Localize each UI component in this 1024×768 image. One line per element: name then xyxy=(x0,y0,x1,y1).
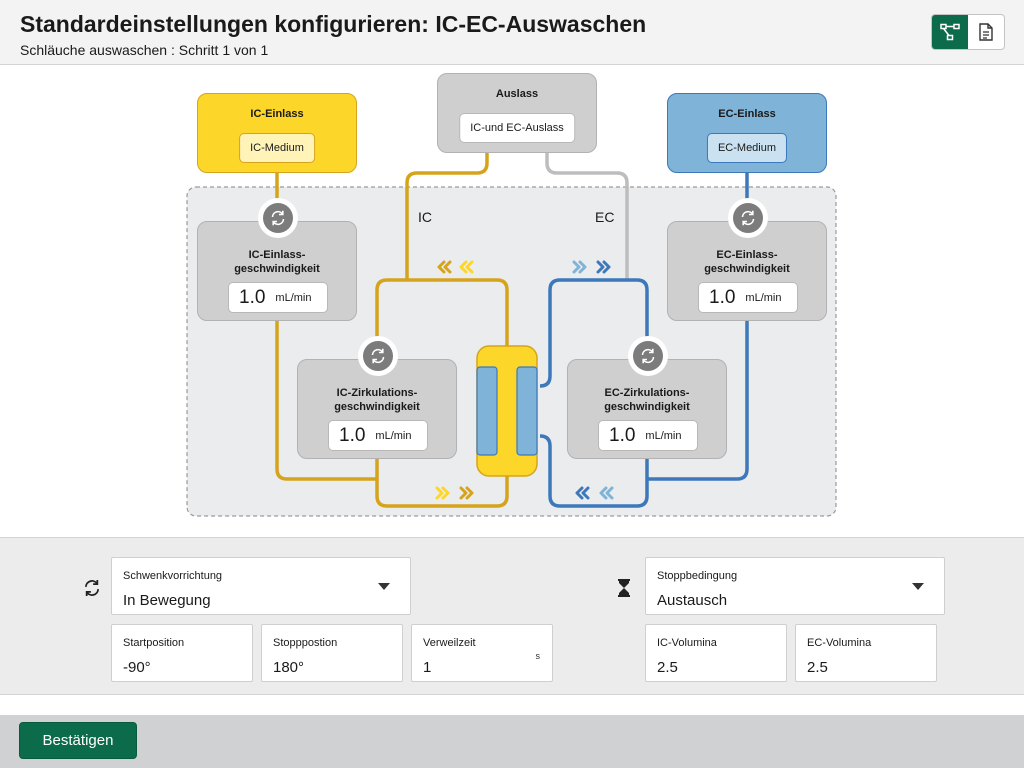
ic-inlet-rate-value: 1.0 xyxy=(239,286,266,308)
ic-circ-rate-field[interactable]: 1.0 mL/min xyxy=(328,420,428,451)
start-position-field[interactable]: Startposition -90° xyxy=(111,624,253,682)
ic-label: IC xyxy=(418,209,432,225)
ic-circ-pump-icon xyxy=(358,336,398,376)
dwell-time-label: Verweilzeit xyxy=(423,637,476,649)
stop-position-field[interactable]: Stopppostion 180° xyxy=(261,624,403,682)
ic-inlet-rate-label-1: IC-Einlass- xyxy=(248,249,306,261)
rotate-icon xyxy=(371,348,385,364)
ec-inlet-rate-label-2: geschwindigkeit xyxy=(704,263,790,275)
stop-position-label: Stopppostion xyxy=(273,637,338,649)
ec-inlet-rate-unit: mL/min xyxy=(745,291,782,304)
flow-diagram: IC EC IC-Einlass IC-Medium Auslass IC-un… xyxy=(0,66,1024,536)
ec-circulation-rate-pump[interactable]: EC-Zirkulations-geschwindigkeit 1.0 mL/mi… xyxy=(567,336,727,459)
bioreactor xyxy=(476,345,538,477)
rocker-value: In Bewegung xyxy=(123,592,211,609)
ec-circ-rate-value: 1.0 xyxy=(609,424,636,446)
rocker-select[interactable]: Schwenkvorrichtung In Bewegung xyxy=(111,557,411,615)
chevron-down-icon xyxy=(912,583,924,590)
rocker-side-icon xyxy=(82,578,102,598)
ic-inlet-pump-icon xyxy=(258,198,298,238)
outlet-title: Auslass xyxy=(495,88,539,100)
ec-inlet-rate-label-1: EC-Einlass- xyxy=(716,249,778,261)
outlet-medium: IC-und EC-Auslass xyxy=(459,113,575,143)
dwell-time-unit: s xyxy=(535,651,541,661)
outlet-node[interactable]: Auslass IC-und EC-Auslass xyxy=(437,73,597,153)
ic-circulation-rate-pump[interactable]: IC-Zirkulations-geschwindigkeit 1.0 mL/mi… xyxy=(297,336,457,459)
page-header: Standardeinstellungen konfigurieren: IC-… xyxy=(0,0,1024,65)
ic-volumes-label: IC-Volumina xyxy=(657,637,717,649)
ic-inlet-title: IC-Einlass xyxy=(250,108,304,120)
stop-condition-value: Austausch xyxy=(657,592,728,609)
ic-inlet-rate-unit: mL/min xyxy=(275,291,312,304)
dwell-time-field[interactable]: Verweilzeit 1 s xyxy=(411,624,553,682)
footer-bar: Bestätigen xyxy=(0,715,1024,768)
stop-condition-label: Stoppbedingung xyxy=(657,570,738,582)
ec-circ-pump-icon xyxy=(628,336,668,376)
rocker-label: Schwenkvorrichtung xyxy=(123,570,223,582)
rotate-icon xyxy=(641,348,655,364)
ic-circ-rate-unit: mL/min xyxy=(375,429,412,442)
ec-inlet-rate-field[interactable]: 1.0 mL/min xyxy=(698,282,798,313)
document-view-button[interactable] xyxy=(968,15,1004,49)
ec-inlet-rate-pump[interactable]: EC-Einlass-geschwindigkeit 1.0 mL/min xyxy=(667,198,827,321)
ic-volumes-value: 2.5 xyxy=(657,659,678,676)
ec-inlet-node[interactable]: EC-Einlass EC-Medium xyxy=(667,93,827,173)
ic-inlet-rate-label-2: geschwindigkeit xyxy=(234,263,320,275)
ic-inlet-node[interactable]: IC-Einlass IC-Medium xyxy=(197,93,357,173)
ic-volumes-field[interactable]: IC-Volumina 2.5 xyxy=(645,624,787,682)
ec-volumes-value: 2.5 xyxy=(807,659,828,676)
ec-label: EC xyxy=(595,209,615,225)
diagram-view-button[interactable] xyxy=(932,15,968,49)
rotate-icon xyxy=(741,210,755,226)
ec-circ-rate-label-2: geschwindigkeit xyxy=(604,401,690,413)
ec-circ-rate-label-1: EC-Zirkulations- xyxy=(604,387,690,399)
ic-inlet-medium: IC-Medium xyxy=(239,133,315,163)
document-view-icon xyxy=(979,23,993,41)
view-toggle xyxy=(931,14,1005,50)
stop-position-value: 180° xyxy=(273,659,305,676)
rotate-icon xyxy=(271,210,285,226)
ec-inlet-rate-value: 1.0 xyxy=(709,286,736,308)
diagram-view-icon xyxy=(940,23,960,41)
page-title: Standardeinstellungen konfigurieren: IC-… xyxy=(20,11,647,37)
page-subtitle: Schläuche auswaschen : Schritt 1 von 1 xyxy=(20,42,269,58)
ic-circ-rate-label-1: IC-Zirkulations- xyxy=(336,387,418,399)
rotate-icon xyxy=(85,580,99,596)
ec-inlet-title: EC-Einlass xyxy=(718,108,776,120)
start-position-label: Startposition xyxy=(123,637,185,649)
ic-circ-rate-value: 1.0 xyxy=(339,424,366,446)
start-position-value: -90° xyxy=(123,659,151,676)
ic-inlet-rate-field[interactable]: 1.0 mL/min xyxy=(228,282,328,313)
ec-volumes-label: EC-Volumina xyxy=(807,637,872,649)
ic-circ-rate-label-2: geschwindigkeit xyxy=(334,401,420,413)
ec-circ-rate-field[interactable]: 1.0 mL/min xyxy=(598,420,698,451)
stop-condition-side-icon xyxy=(614,578,634,598)
ec-volumes-field[interactable]: EC-Volumina 2.5 xyxy=(795,624,937,682)
dwell-time-value: 1 xyxy=(423,659,432,676)
ec-circ-rate-unit: mL/min xyxy=(645,429,682,442)
settings-panel: Schwenkvorrichtung In Bewegung Startposi… xyxy=(0,537,1024,695)
hourglass-icon xyxy=(618,579,630,597)
ec-inlet-pump-icon xyxy=(728,198,768,238)
ic-inlet-rate-pump[interactable]: IC-Einlass-geschwindigkeit 1.0 mL/min xyxy=(197,198,357,321)
confirm-button[interactable]: Bestätigen xyxy=(19,722,137,759)
chevron-down-icon xyxy=(378,583,390,590)
stop-condition-select[interactable]: Stoppbedingung Austausch xyxy=(645,557,945,615)
ec-inlet-medium: EC-Medium xyxy=(706,133,788,163)
